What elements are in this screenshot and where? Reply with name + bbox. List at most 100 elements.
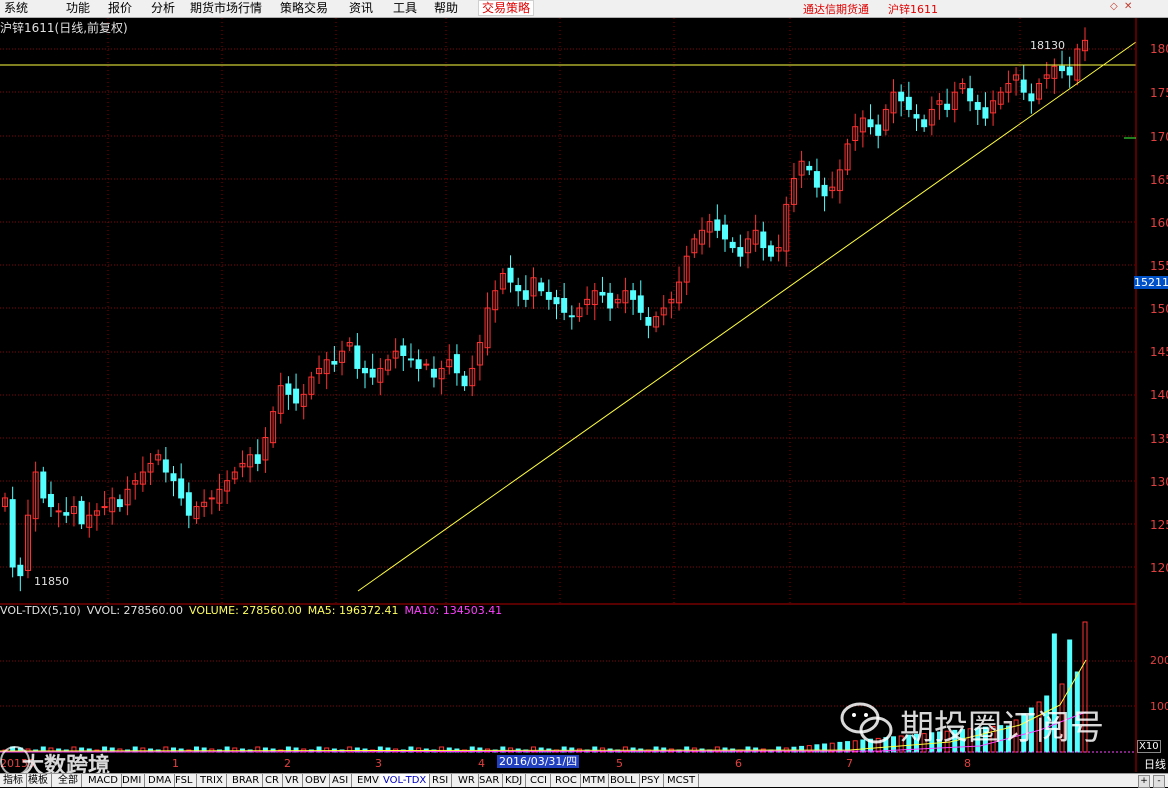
grid-lines [0,18,1136,707]
candle-body [905,96,912,110]
candle-body [162,459,169,473]
tab-emv[interactable]: EMV [354,774,383,787]
candle-body [285,383,292,395]
tab-rsi[interactable]: RSI [429,774,453,787]
candle-body [515,285,522,292]
candle-body [1028,93,1035,102]
tab-brar[interactable]: BRAR [229,774,264,787]
tab-psy[interactable]: PSY [638,774,664,787]
candle-body [607,292,614,309]
tab-vr[interactable]: VR [282,774,303,787]
candle-body [522,290,529,300]
x-axis-label: 5 [616,757,623,770]
tab-mcst[interactable]: MCST [664,774,700,787]
candle-body [1066,66,1073,76]
candle-body [767,245,774,257]
vvol-value: VVOL: 278560.00 [86,604,184,617]
candle-body [913,114,920,119]
candle-body [415,359,422,369]
low-price-label: 11850 [34,575,69,588]
candle-body [967,88,974,102]
candle-body [9,499,16,568]
volume-unit-label: X10 [1137,740,1161,753]
candle-body [116,499,123,508]
candle-body [867,119,874,128]
candle-body [78,500,85,525]
price-tick: 135 [1150,432,1168,446]
x-axis-label: 2 [284,757,291,770]
price-tick: 170 [1150,130,1168,144]
x-axis-label: 1 [172,757,179,770]
volume-indicator-name[interactable]: VOL-TDX(5,10) [0,604,81,617]
candle-body [208,497,215,500]
tab-fsl[interactable]: FSL [172,774,197,787]
ma10-value: MA10: 134503.41 [404,604,503,617]
scroll-left-button[interactable]: + [1138,775,1150,788]
candle-body [714,219,721,231]
candle-body [545,291,552,300]
tab-boll[interactable]: BOLL [607,774,640,787]
tab-all[interactable]: 全部 [55,774,82,787]
tab-indicator[interactable]: 指标 [0,774,27,787]
chart-canvas[interactable] [0,0,1168,786]
candle-body [185,492,192,516]
tab-sar[interactable]: SAR [476,774,504,787]
candle-body [813,171,820,188]
candle-body [1020,79,1027,93]
candle-body [737,247,744,257]
candle-body [40,471,47,499]
candle-body [806,165,813,171]
watermark-text: 期投圈订阅号 [900,708,1104,748]
tab-cci[interactable]: CCI [527,774,551,787]
x-axis-label: 7 [846,757,853,770]
price-tick: 140 [1150,388,1168,402]
candlestick-series [2,27,1088,592]
candle-body [362,367,368,374]
candle-body [507,267,514,283]
candle-body [944,103,951,110]
tab-template[interactable]: 模板 [25,774,52,787]
price-tick: 130 [1150,475,1168,489]
candle-body [630,290,637,300]
candle-body [760,231,767,249]
tab-obv[interactable]: OBV [302,774,331,787]
tab-dma[interactable]: DMA [145,774,176,787]
tab-vol-tdx[interactable]: VOL-TDX [380,774,431,787]
period-label[interactable]: 日线 [1144,756,1166,772]
tab-kdj[interactable]: KDJ [502,774,527,787]
candle-body [875,124,882,136]
trend-line [357,41,1137,592]
candle-body [821,184,828,197]
x-axis-label: 4 [478,757,485,770]
candle-body [17,564,24,577]
tab-roc[interactable]: ROC [552,774,581,787]
candle-body [561,298,568,313]
wechat-icon [840,702,893,744]
candle-body [538,282,545,292]
tab-asi[interactable]: ASI [329,774,353,787]
price-tick: 165 [1150,173,1168,187]
candle-body [898,91,905,102]
candle-body [599,291,606,296]
candle-body [430,368,437,378]
candle-body [407,358,414,361]
candle-body [170,473,177,482]
price-tick: 150 [1150,302,1168,316]
candle-body [63,512,70,516]
candle-body [553,297,560,305]
tab-trix[interactable]: TRIX [197,774,227,787]
volume-header: VOL-TDX(5,10) VVOL: 278560.00 VOLUME: 2785… [0,604,508,617]
candle-body [47,493,54,508]
candle-body [982,107,989,119]
tab-mtm[interactable]: MTM [579,774,610,787]
indicator-tab-bar: 指标 模板 全部 MACD DMI DMA FSL TRIX BRAR CR V… [0,773,1168,788]
scroll-right-button[interactable]: - [1153,775,1165,788]
tab-cr[interactable]: CR [262,774,283,787]
candle-body [423,363,430,366]
x-axis-label: 3 [375,757,382,770]
tab-dmi[interactable]: DMI [119,774,146,787]
chart-title: 沪锌1611(日线,前复权) [0,21,128,35]
tab-macd[interactable]: MACD [85,774,122,787]
current-price-tag: 15211 [1134,276,1168,289]
candle-body [921,119,928,128]
